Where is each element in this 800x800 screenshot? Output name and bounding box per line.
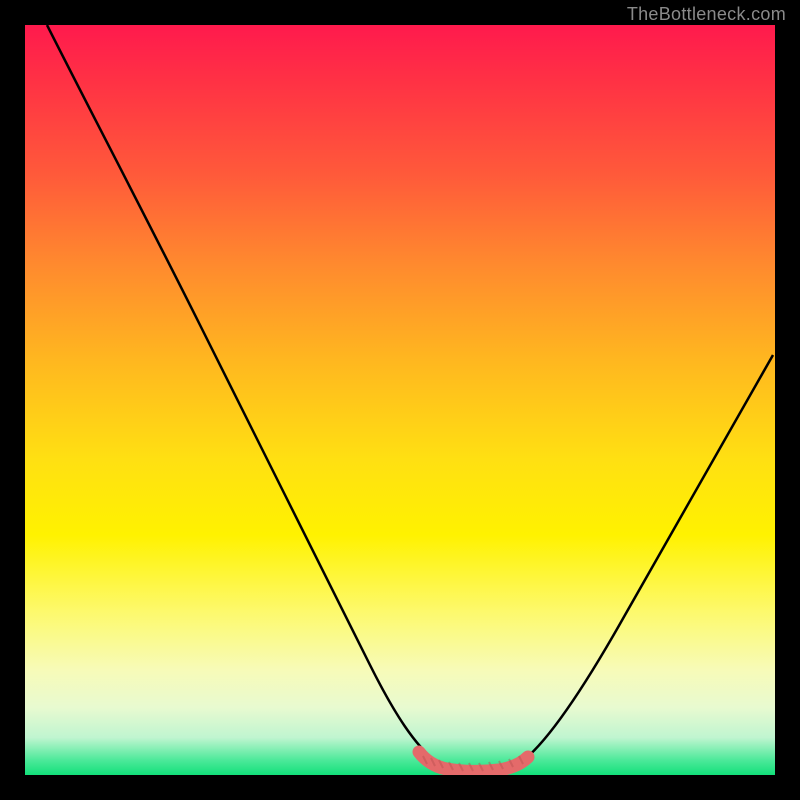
curve-svg	[25, 25, 775, 775]
chart-root: TheBottleneck.com	[0, 0, 800, 800]
watermark-text: TheBottleneck.com	[627, 4, 786, 25]
main-curve	[47, 25, 773, 771]
plot-area	[25, 25, 775, 775]
highlight-segment	[419, 752, 528, 771]
